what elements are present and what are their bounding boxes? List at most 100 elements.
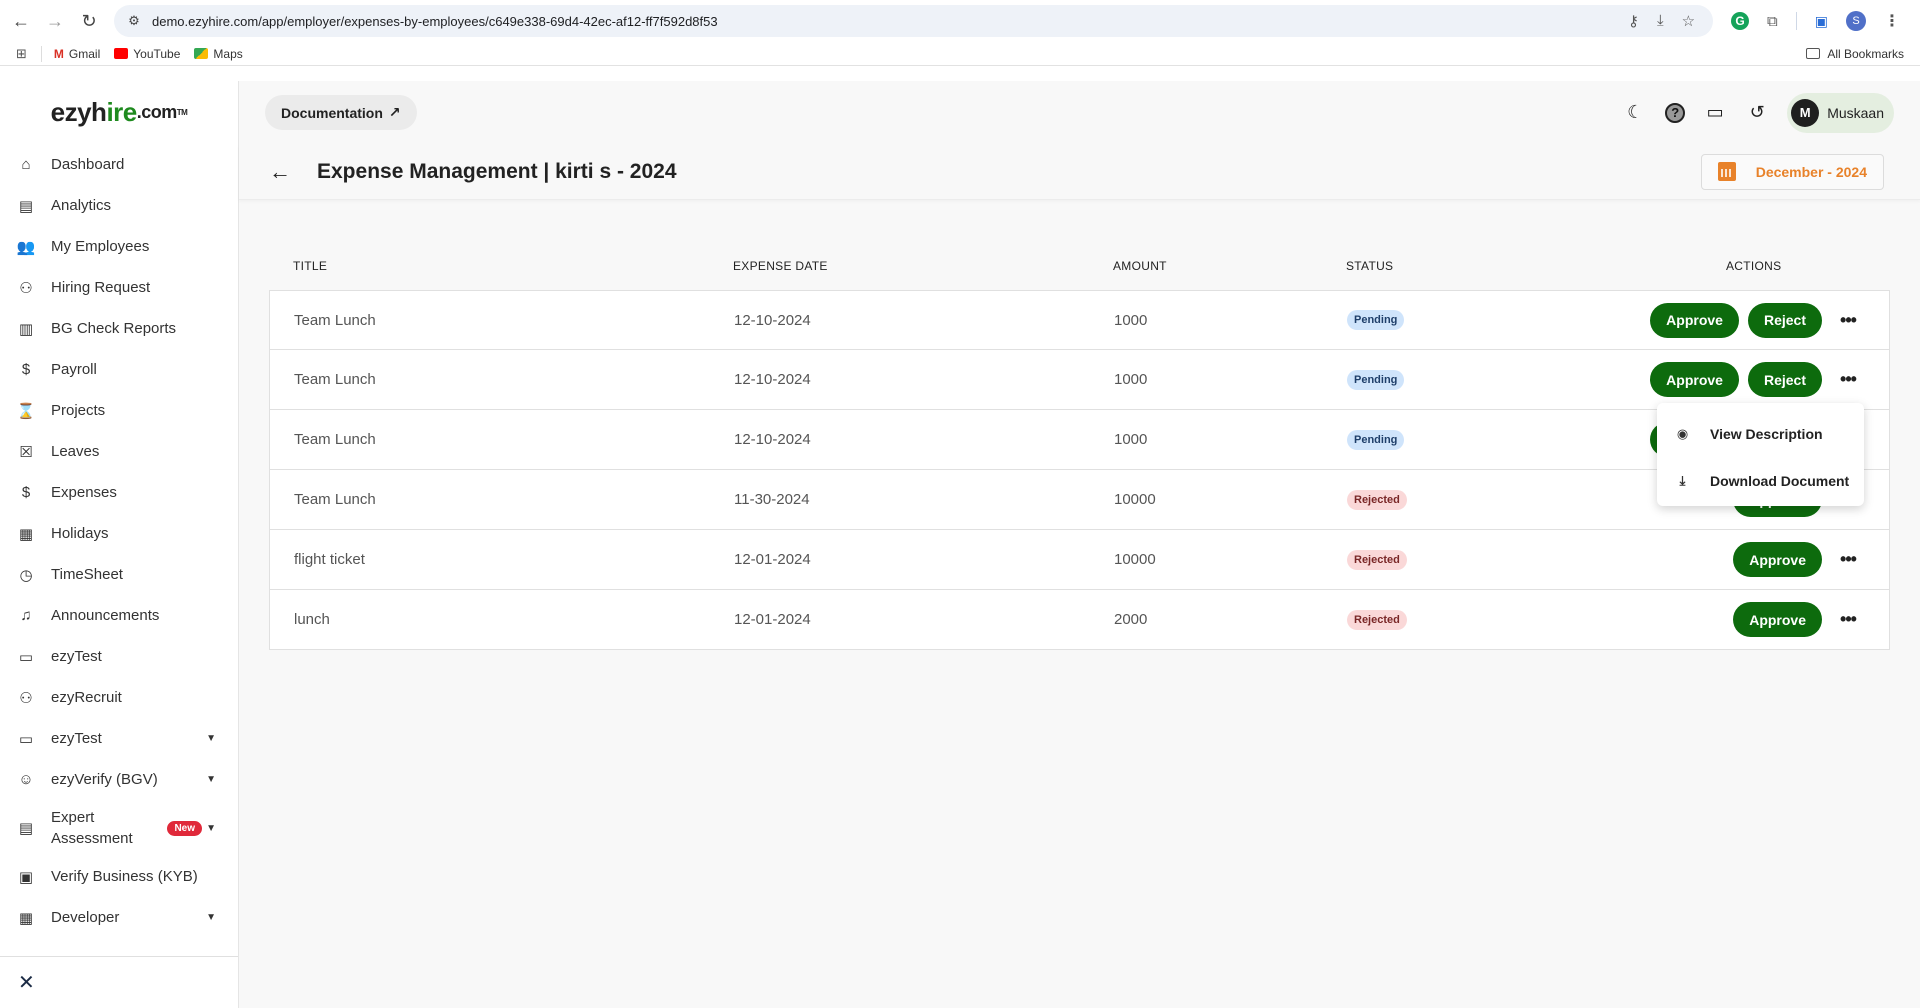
sidebar-item-ezytest[interactable]: ▭ ezyTest ▼: [0, 718, 238, 759]
sidebar-item-label: Payroll: [51, 361, 97, 378]
bookmarks-divider: [40, 45, 42, 62]
row-actions: ApproveReject •••: [1627, 302, 1889, 338]
back-arrow-icon[interactable]: ←: [269, 159, 291, 185]
more-options-icon[interactable]: •••: [1831, 609, 1865, 630]
sidebar-item-label: Projects: [51, 402, 106, 419]
approve-button[interactable]: Approve: [1650, 302, 1739, 338]
status-cell: Pending: [1347, 310, 1627, 330]
bookmark-youtube[interactable]: YouTube: [114, 47, 180, 61]
all-bookmarks[interactable]: All Bookmarks: [1806, 47, 1904, 61]
url-text[interactable]: demo.ezyhire.com/app/employer/expenses-b…: [152, 14, 1628, 29]
bookmark-star-icon[interactable]: ☆: [1682, 12, 1695, 30]
menu-item-download-document[interactable]: ⤓ Download Document: [1657, 457, 1864, 504]
sidebar-item-bg-check-reports[interactable]: ▥ BG Check Reports: [0, 308, 238, 349]
caret-down-icon[interactable]: ▼: [206, 912, 216, 923]
sidebar-item-projects[interactable]: ⌛ Projects: [0, 390, 238, 431]
page-title: Expense Management | kirti s - 2024: [317, 159, 677, 183]
column-header-amount[interactable]: AMOUNT: [1113, 259, 1346, 273]
sidebar-item-analytics[interactable]: ▤ Analytics: [0, 185, 238, 226]
column-header-status[interactable]: STATUS: [1346, 259, 1626, 273]
analytics-icon: ▤: [18, 197, 34, 215]
calendar-icon: [1717, 162, 1736, 181]
main-content: Documentation ↗ ☾ ? ▭ ↺ M Muskaan ← Expe…: [239, 81, 1920, 1008]
month-picker[interactable]: December - 2024: [1700, 153, 1884, 190]
history-icon[interactable]: ↺: [1745, 101, 1769, 125]
sidebar-item-announcements[interactable]: ♫ Announcements: [0, 595, 238, 636]
chat-icon[interactable]: ▭: [1703, 101, 1727, 125]
sidebar-item-hiring-request[interactable]: ⚇ Hiring Request: [0, 267, 238, 308]
collapse-sidebar-button[interactable]: ✕: [0, 956, 238, 1008]
sidebar-item-timesheet[interactable]: ◷ TimeSheet: [0, 554, 238, 595]
sidebar-item-expenses[interactable]: $ Expenses: [0, 472, 238, 513]
cast-icon[interactable]: ▣: [1815, 13, 1828, 30]
expense-date: 12-10-2024: [734, 311, 811, 329]
approve-button[interactable]: Approve: [1733, 542, 1822, 577]
reject-button[interactable]: Reject: [1747, 362, 1822, 397]
receipt-icon: $: [21, 484, 31, 501]
approve-button[interactable]: Approve: [1733, 602, 1822, 637]
toolbar-divider: [1795, 12, 1797, 30]
grammarly-extension-icon[interactable]: G: [1731, 12, 1750, 30]
sidebar-item-developer[interactable]: ▦ Developer ▼: [0, 897, 238, 938]
sidebar-item-my-employees[interactable]: 👥 My Employees: [0, 226, 238, 267]
bookmark-gmail[interactable]: M Gmail: [54, 47, 100, 61]
expense-title: Team Lunch: [294, 431, 376, 448]
table-row: Team Lunch 12-10-2024 1000 Pending ApproveRe…: [269, 290, 1890, 350]
column-header-expense-date[interactable]: EXPENSE DATE: [733, 259, 1113, 273]
sidebar-item-ezytest[interactable]: ▭ ezyTest: [0, 636, 238, 677]
sidebar-item-label: Holidays: [51, 525, 109, 542]
sidebar-item-label: Developer: [51, 909, 120, 926]
menu-item-view-description[interactable]: ◉ View Description: [1657, 410, 1864, 457]
reject-button[interactable]: Reject: [1747, 302, 1822, 338]
site-settings-icon[interactable]: ⚙: [124, 13, 144, 29]
expense-title: lunch: [294, 611, 330, 628]
status-badge: Rejected: [1347, 489, 1407, 510]
address-bar[interactable]: ⚙ demo.ezyhire.com/app/employer/expenses…: [114, 5, 1714, 37]
bookmark-maps[interactable]: Maps: [194, 47, 243, 61]
extensions-icon[interactable]: ⧉: [1767, 13, 1778, 30]
row-actions: ApproveReject •••: [1627, 362, 1889, 397]
caret-down-icon[interactable]: ▼: [206, 774, 216, 785]
sidebar-item-label: ezyTest: [51, 730, 102, 747]
expense-amount: 10000: [1114, 491, 1156, 508]
approve-button[interactable]: Approve: [1650, 362, 1739, 397]
sidebar-item-payroll[interactable]: $ Payroll: [0, 349, 238, 390]
sidebar-item-label: Verify Business (KYB): [51, 868, 198, 885]
person-add-icon: ⚇: [19, 279, 33, 297]
reload-icon[interactable]: ↻: [78, 10, 100, 32]
caret-down-icon[interactable]: ▼: [206, 823, 216, 834]
sidebar-item-ezyrecruit[interactable]: ⚇ ezyRecruit: [0, 677, 238, 718]
browser-menu-icon[interactable]: ⋮: [1884, 11, 1900, 31]
column-header-title[interactable]: TITLE: [269, 259, 733, 273]
dark-mode-moon-icon[interactable]: ☾: [1623, 101, 1647, 125]
profile-avatar[interactable]: S: [1846, 11, 1866, 31]
forward-icon[interactable]: →: [44, 10, 66, 32]
install-app-icon[interactable]: ⤓: [1657, 12, 1664, 30]
password-key-icon[interactable]: ⚷: [1628, 12, 1639, 30]
expense-date: 11-30-2024: [734, 491, 810, 508]
status-cell: Rejected: [1347, 489, 1627, 510]
sidebar-item-dashboard[interactable]: ⌂ Dashboard: [0, 144, 238, 185]
more-options-icon[interactable]: •••: [1831, 310, 1865, 331]
apps-grid-icon[interactable]: ⊞: [16, 46, 27, 62]
sidebar-item-holidays[interactable]: ▦ Holidays: [0, 513, 238, 554]
folder-icon: [1806, 48, 1821, 59]
sidebar-item-leaves[interactable]: ☒ Leaves: [0, 431, 238, 472]
user-menu[interactable]: M Muskaan: [1787, 92, 1894, 133]
help-icon[interactable]: ?: [1665, 102, 1686, 123]
sidebar-item-expert-assessment[interactable]: ▤ Expert Assessment New ▼: [0, 800, 238, 856]
more-options-icon[interactable]: •••: [1831, 369, 1865, 390]
table-row: lunch 12-01-2024 2000 Rejected Approve •••: [269, 590, 1890, 650]
close-icon[interactable]: ✕: [18, 970, 35, 995]
sidebar-item-verify-business-kyb[interactable]: ▣ Verify Business (KYB): [0, 856, 238, 897]
back-icon[interactable]: ←: [10, 10, 32, 32]
more-options-icon[interactable]: •••: [1831, 549, 1865, 570]
youtube-icon: [114, 48, 129, 59]
caret-down-icon[interactable]: ▼: [206, 733, 216, 744]
maps-icon: [194, 48, 209, 59]
all-bookmarks-label: All Bookmarks: [1827, 46, 1904, 61]
sidebar-item-ezyverify-bgv[interactable]: ☺ ezyVerify (BGV) ▼: [0, 759, 238, 800]
status-cell: Pending: [1347, 369, 1627, 390]
ezyhire-logo[interactable]: ezyh ire .com TM: [0, 81, 238, 144]
documentation-button[interactable]: Documentation ↗: [265, 95, 417, 130]
